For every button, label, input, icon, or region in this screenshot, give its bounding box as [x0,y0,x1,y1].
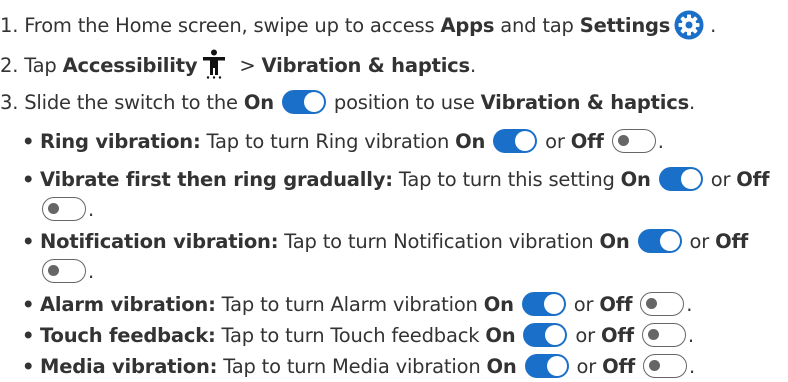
item-text: Tap to turn Alarm vibration [215,293,484,316]
vibration-haptics-label: Vibration & haptics [480,91,690,114]
vibration-haptics-label: Vibration & haptics [261,54,471,77]
on-label: On [485,324,516,347]
or-text: or [569,324,601,347]
toggle-on-icon [637,229,682,253]
list-item-text: Vibrate first then ring gradually: Tap t… [40,165,769,195]
on-label: On [486,355,517,378]
on-label: On [620,168,651,191]
or-text: or [539,130,571,153]
bullet: • [22,230,35,253]
item-text: Tap to turn Touch feedback [215,324,486,347]
or-text: or [704,168,737,191]
list-item-text: Media vibration: Tap to turn Media vibra… [40,352,695,382]
item-title: Media vibration: [40,355,218,378]
on-label: On [243,91,274,114]
item-end: . [689,355,696,378]
accessibility-label: Accessibility [62,54,198,77]
off-label: Off [570,130,604,153]
item-end: . [88,198,94,221]
toggle-on-icon [524,354,569,378]
item-end: . [686,293,693,316]
item-text: Tap to turn Ring vibration [200,130,456,153]
list-item-continuation: . [40,195,94,225]
list-item-continuation: . [40,257,94,287]
off-label: Off [602,355,636,378]
off-label: Off [736,168,770,191]
item-title: Touch feedback: [40,324,216,347]
toggle-off-icon [640,292,685,316]
on-label: On [455,130,486,153]
bullet: • [22,168,35,191]
toggle-on-icon [281,90,326,114]
or-text: or [683,230,716,253]
item-end: . [88,260,94,283]
off-label: Off [600,324,634,347]
off-label: Off [599,293,633,316]
toggle-off-icon [643,354,688,378]
step-2: 2. Tap Accessibility > Vibration & hapti… [0,49,476,79]
step-2-prefix: 2. Tap [0,54,63,77]
apps-label: Apps [440,14,495,37]
item-text: Tap to turn Notification vibration [278,230,600,253]
step-1-mid: and tap [494,14,580,37]
item-end: . [687,324,694,347]
on-label: On [599,230,630,253]
accessibility-person-icon [203,49,226,79]
item-title: Vibrate first then ring gradually: [40,168,393,191]
settings-label: Settings [579,14,671,37]
bullet: • [22,130,35,153]
step-1: 1. From the Home screen, swipe up to acc… [0,10,716,40]
item-text: Tap to turn Media vibration [217,355,487,378]
list-item-text: Touch feedback: Tap to turn Touch feedba… [40,321,694,351]
step-3: 3. Slide the switch to the On position t… [0,88,695,118]
on-label: On [483,293,514,316]
list-item-text: Notification vibration: Tap to turn Noti… [40,227,748,257]
list-item-text: Ring vibration: Tap to turn Ring vibrati… [40,127,664,157]
step-2-suffix: . [469,54,476,77]
bullet: • [22,324,35,347]
item-title: Ring vibration: [40,130,201,153]
step-1-suffix: . [704,14,717,37]
list-item-text: Alarm vibration: Tap to turn Alarm vibra… [40,290,692,320]
toggle-off-icon [641,323,686,347]
step-2-mid: > [233,54,262,77]
toggle-off-icon [42,259,86,283]
toggle-off-icon [42,197,86,221]
toggle-on-icon [493,129,538,153]
or-text: or [570,355,603,378]
item-title: Alarm vibration: [40,293,216,316]
settings-gear-icon [674,10,704,40]
off-label: Off [715,230,749,253]
step-3-suffix: . [689,91,696,114]
item-text: Tap to turn this setting [392,168,621,191]
item-title: Notification vibration: [40,230,279,253]
step-1-prefix: 1. From the Home screen, swipe up to acc… [0,14,441,37]
item-end: . [657,130,664,153]
toggle-off-icon [611,129,656,153]
step-3-mid: position to use [327,91,481,114]
toggle-on-icon [521,292,566,316]
toggle-on-icon [523,323,568,347]
bullet: • [22,293,35,316]
instructions-document: 1. From the Home screen, swipe up to acc… [0,0,788,381]
toggle-on-icon [658,167,703,191]
or-text: or [567,293,600,316]
step-3-prefix: 3. Slide the switch to the [0,91,244,114]
bullet: • [22,355,35,378]
